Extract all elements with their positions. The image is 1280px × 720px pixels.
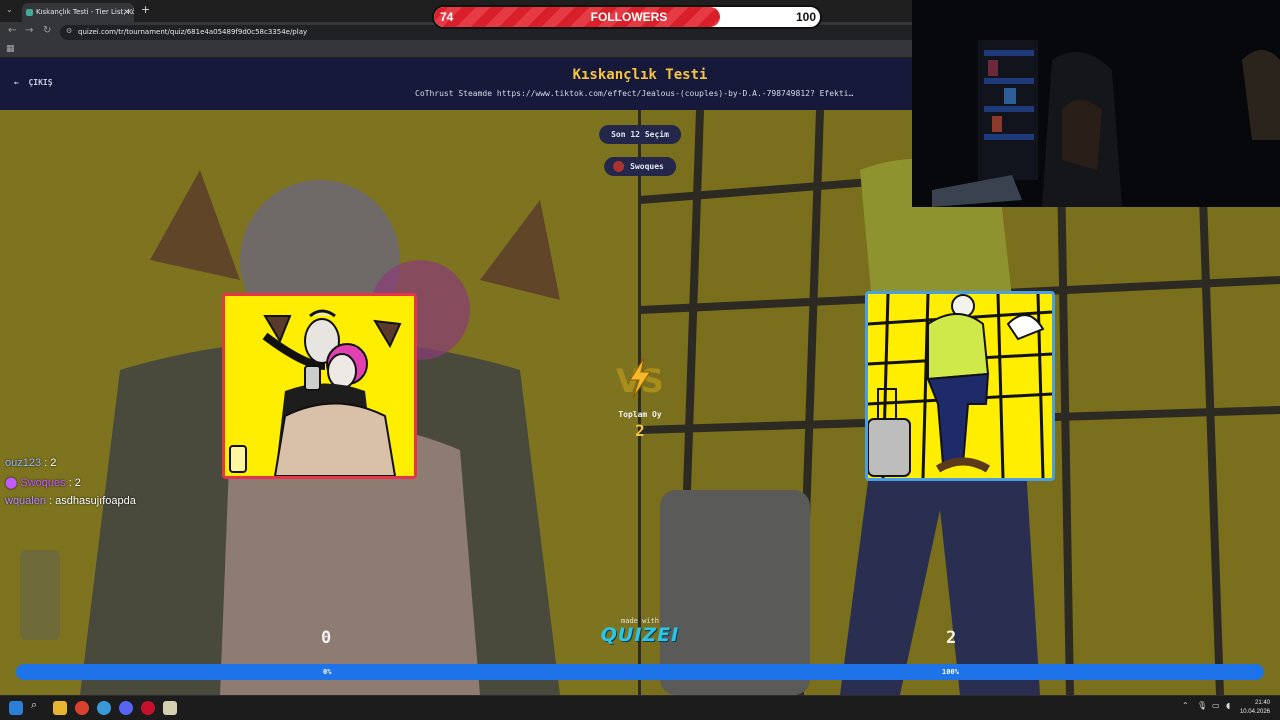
steam-icon[interactable] xyxy=(97,701,111,715)
left-percent: 0% xyxy=(323,668,332,676)
chat-username: ouz123 xyxy=(5,457,42,469)
follower-goal-target: 100 xyxy=(795,10,816,24)
windows-taskbar: ⌕ ⌃ 🎙 ▭ ◖ 21:40 10.04.2026 xyxy=(0,695,1280,720)
chat-text: : asdhasujıfoapda xyxy=(45,495,136,507)
app-icon[interactable] xyxy=(141,701,155,715)
webcam-feed xyxy=(912,0,1280,207)
site-info-icon[interactable]: ⚙ xyxy=(66,27,72,35)
left-choice-card[interactable] xyxy=(222,293,417,479)
user-avatar xyxy=(613,161,625,172)
right-choice-card[interactable] xyxy=(865,291,1055,481)
browser-tab[interactable]: Kıskançlık Testi - Tier List, Kör S × xyxy=(22,3,134,22)
follower-goal-label: FOLLOWERS xyxy=(590,10,668,24)
center-divider xyxy=(638,110,641,695)
vote-progress-bar: 0% 100% xyxy=(16,664,1264,680)
user-badge-label: Swoques xyxy=(630,162,664,171)
total-votes-label: Toplam Oy xyxy=(618,410,662,419)
chat-message: ouz123 : 2 xyxy=(5,457,136,476)
chrome-icon[interactable] xyxy=(75,701,89,715)
address-bar-url: quizei.com/tr/tournament/quiz/681e4a0548… xyxy=(78,28,308,36)
obs-icon[interactable] xyxy=(163,701,177,715)
browser-tab-title: Kıskançlık Testi - Tier List, Kör S xyxy=(36,8,134,16)
chat-username: Swoques xyxy=(20,477,66,489)
follower-goal-bar: 74 FOLLOWERS 100 xyxy=(432,5,822,29)
back-arrow-icon[interactable]: ← xyxy=(8,25,16,36)
tab-search-icon[interactable]: ⌄ xyxy=(6,5,13,14)
apps-grid-icon[interactable]: ▦ xyxy=(6,44,15,54)
reload-icon[interactable]: ↻ xyxy=(43,25,51,36)
forward-arrow-icon[interactable]: → xyxy=(25,25,33,36)
clock-time: 21:40 xyxy=(1254,700,1270,706)
start-menu-icon[interactable] xyxy=(9,701,23,715)
chat-text: : 2 xyxy=(65,477,81,489)
right-score: 2 xyxy=(946,628,957,648)
quizei-logo[interactable]: QUIZEI xyxy=(0,624,1280,646)
clock-date: 10.04.2026 xyxy=(1239,709,1270,715)
chat-message: ⬤ Swoques : 2 xyxy=(5,476,136,495)
tray-overflow-icon[interactable]: ⌃ xyxy=(1182,701,1189,710)
user-badge: Swoques xyxy=(604,157,676,176)
network-icon[interactable]: ▭ xyxy=(1212,701,1220,710)
microphone-icon[interactable]: 🎙 xyxy=(1197,701,1207,710)
left-score: 0 xyxy=(321,628,332,648)
search-icon[interactable]: ⌕ xyxy=(31,698,45,712)
chat-text: : 2 xyxy=(41,457,57,469)
discord-icon[interactable] xyxy=(119,701,133,715)
close-tab-icon[interactable]: × xyxy=(123,7,130,16)
chat-message: wqualen : asdhasujıfoapda xyxy=(5,495,136,514)
chat-overlay: ouz123 : 2 ⬤ Swoques : 2 wqualen : asdha… xyxy=(5,457,136,514)
new-tab-icon[interactable]: + xyxy=(141,3,150,16)
versus-icon: VS xyxy=(616,358,664,400)
right-percent: 100% xyxy=(942,668,959,676)
chat-username: wqualen xyxy=(5,495,46,507)
volume-icon[interactable]: ◖ xyxy=(1226,701,1230,710)
quizei-favicon-icon xyxy=(26,9,33,16)
round-badge: Son 12 Seçim xyxy=(599,125,681,144)
file-explorer-icon[interactable] xyxy=(53,701,67,715)
location-pin-icon: ⬤ xyxy=(5,477,21,489)
webcam-overlay xyxy=(912,0,1280,207)
quiz-subtitle: CoThrust Steamde https://www.tiktok.com/… xyxy=(415,89,854,98)
right-choice-image xyxy=(868,294,1052,478)
left-choice-image xyxy=(225,296,414,476)
total-votes-value: 2 xyxy=(635,421,645,440)
system-clock[interactable]: 21:40 10.04.2026 xyxy=(1240,699,1270,717)
